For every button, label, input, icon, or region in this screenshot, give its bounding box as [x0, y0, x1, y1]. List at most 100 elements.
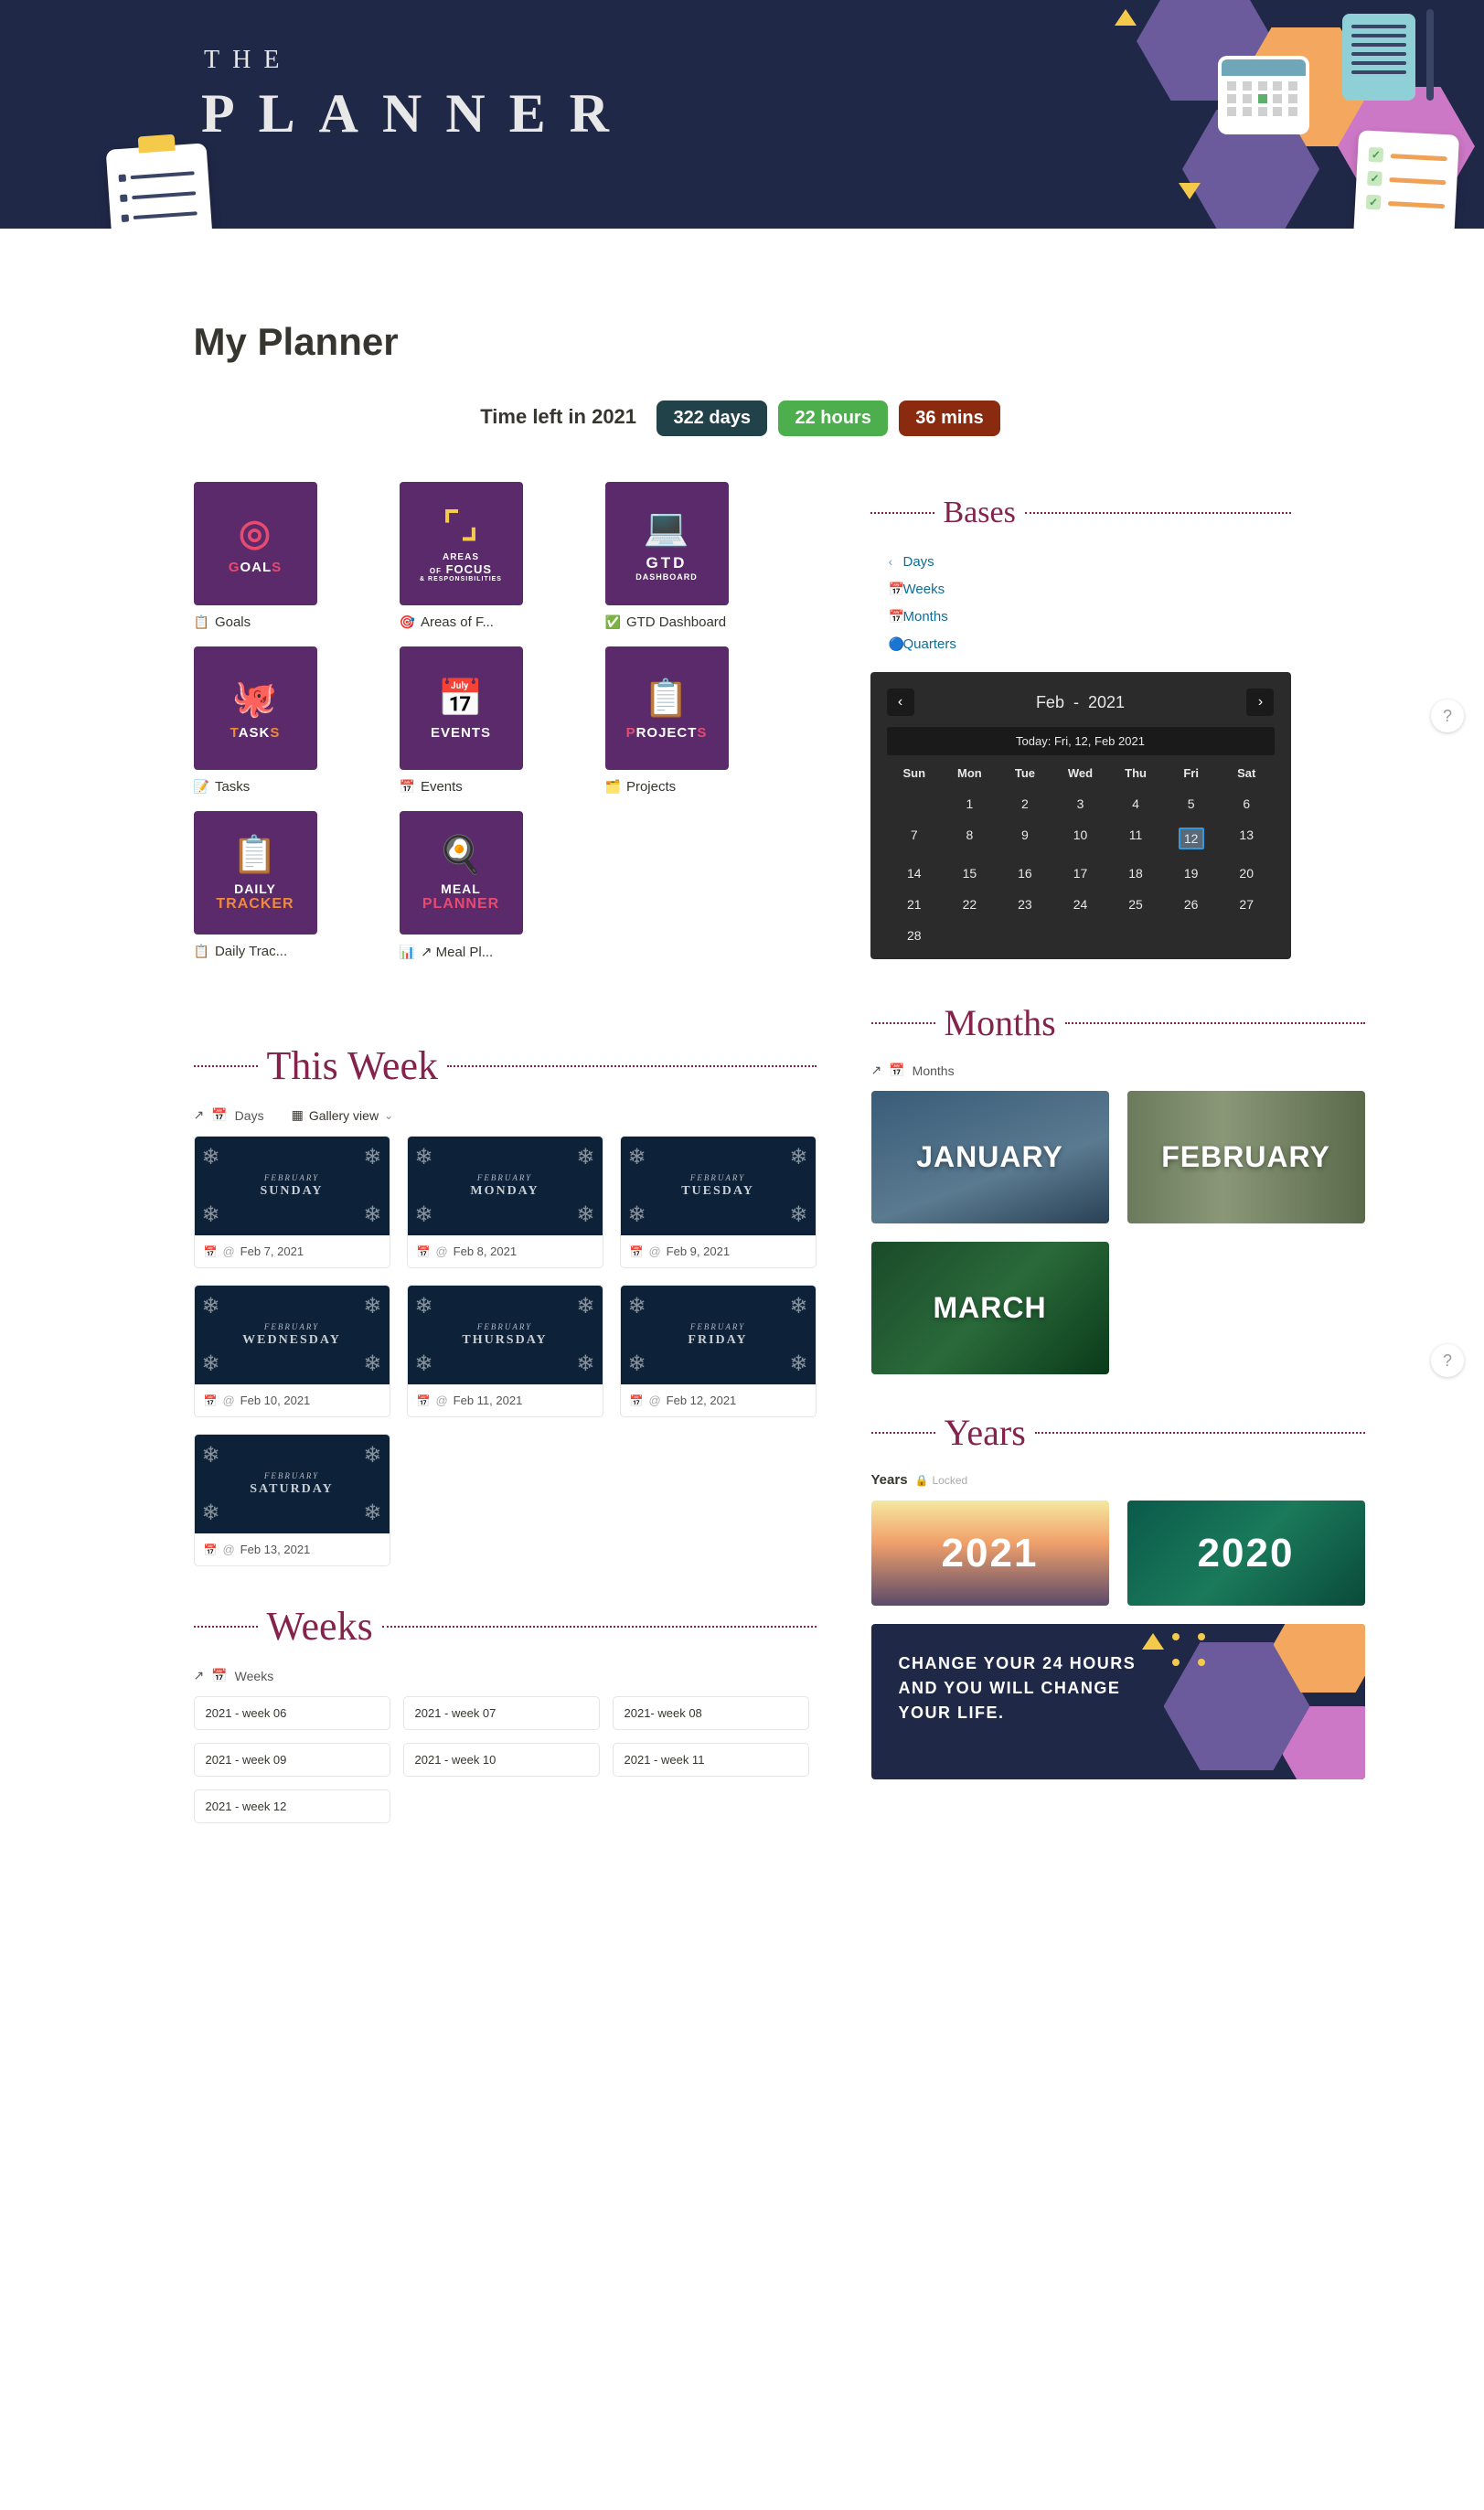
cal-day[interactable]: 14	[887, 866, 943, 881]
bases-link-months[interactable]: Months	[903, 603, 948, 631]
cal-day[interactable]: 26	[1163, 897, 1219, 912]
week-item[interactable]: 2021 - week 12	[194, 1789, 390, 1823]
open-link-icon[interactable]: ↗	[871, 1063, 882, 1078]
help-button[interactable]: ?	[1431, 1344, 1464, 1377]
week-item[interactable]: 2021- week 08	[613, 1696, 809, 1730]
cal-day[interactable]: 2	[998, 796, 1053, 811]
week-item[interactable]: 2021 - week 09	[194, 1743, 390, 1777]
cal-day[interactable]: 5	[1163, 796, 1219, 811]
cal-day[interactable]: 22	[942, 897, 998, 912]
tile-tracker[interactable]: 📋DAILYTRACKER📋Daily Trac...	[194, 811, 317, 960]
cal-day[interactable]: 27	[1219, 897, 1275, 912]
locked-label: 🔒 Locked	[915, 1474, 968, 1487]
cal-day[interactable]: 6	[1219, 796, 1275, 811]
help-button[interactable]: ?	[1431, 700, 1464, 732]
tile-meal[interactable]: 🍳MEALPLANNER📊↗ Meal Pl...	[400, 811, 523, 960]
day-card[interactable]: ❄❄❄❄FEBRUARYFRIDAY📅@Feb 12, 2021	[620, 1285, 817, 1417]
months-heading: Months	[871, 1001, 1365, 1044]
gallery-view-select[interactable]: ▦ Gallery view ⌄	[292, 1107, 394, 1123]
tile-focus[interactable]: ⌜⌟AREASOF FOCUS& RESPONSIBILITIES🎯Areas …	[400, 482, 523, 630]
year-card[interactable]: 2021	[871, 1501, 1109, 1606]
tile-image: 📋PROJECTS	[605, 646, 729, 770]
day-card[interactable]: ❄❄❄❄FEBRUARYSUNDAY📅@Feb 7, 2021	[194, 1136, 390, 1268]
days-breadcrumb[interactable]: ↗ 📅 Days ▦ Gallery view ⌄	[194, 1107, 817, 1123]
chevron-down-icon: ⌄	[384, 1109, 393, 1122]
cal-day	[998, 928, 1053, 943]
month-card[interactable]: FEBRUARY	[1127, 1091, 1365, 1223]
mini-calendar-icon	[1222, 59, 1306, 131]
cal-day[interactable]: 1	[942, 796, 998, 811]
tile-tasks[interactable]: 🐙TASKS📝Tasks	[194, 646, 317, 795]
cal-day[interactable]: 23	[998, 897, 1053, 912]
cal-day[interactable]: 3	[1052, 796, 1108, 811]
cal-day	[887, 796, 943, 811]
week-item[interactable]: 2021 - week 07	[403, 1696, 600, 1730]
bases-link-quarters[interactable]: Quarters	[903, 631, 956, 658]
cal-day[interactable]: 4	[1108, 796, 1164, 811]
cal-grid: SunMonTueWedThuFriSat1234567891011121314…	[887, 766, 1275, 943]
month-card[interactable]: JANUARY	[871, 1091, 1109, 1223]
tile-label: 📋Goals	[194, 614, 317, 630]
tile-label: 📊↗ Meal Pl...	[400, 944, 523, 960]
cal-day[interactable]: 18	[1108, 866, 1164, 881]
year-card[interactable]: 2020	[1127, 1501, 1365, 1606]
cal-title: Feb - 2021	[1036, 693, 1125, 712]
day-card-image: ❄❄❄❄FEBRUARYSATURDAY	[195, 1435, 390, 1533]
day-card[interactable]: ❄❄❄❄FEBRUARYWEDNESDAY📅@Feb 10, 2021	[194, 1285, 390, 1417]
week-item[interactable]: 2021 - week 10	[403, 1743, 600, 1777]
day-card[interactable]: ❄❄❄❄FEBRUARYTUESDAY📅@Feb 9, 2021	[620, 1136, 817, 1268]
weeks-heading: Weeks	[194, 1603, 817, 1650]
cal-day[interactable]: 21	[887, 897, 943, 912]
day-card[interactable]: ❄❄❄❄FEBRUARYMONDAY📅@Feb 8, 2021	[407, 1136, 603, 1268]
tile-events[interactable]: 📅EVENTS📅Events	[400, 646, 523, 795]
cal-dow: Fri	[1163, 766, 1219, 780]
open-link-icon[interactable]: ↗	[194, 1107, 205, 1123]
cal-day[interactable]: 9	[998, 828, 1053, 849]
calendar-icon: 📅	[204, 1394, 218, 1407]
week-item[interactable]: 2021 - week 06	[194, 1696, 390, 1730]
day-card[interactable]: ❄❄❄❄FEBRUARYSATURDAY📅@Feb 13, 2021	[194, 1434, 390, 1566]
cal-prev-button[interactable]: ‹	[887, 689, 914, 716]
cal-day[interactable]: 25	[1108, 897, 1164, 912]
cal-day[interactable]: 8	[942, 828, 998, 849]
cal-next-button[interactable]: ›	[1246, 689, 1274, 716]
months-breadcrumb[interactable]: ↗ 📅 Months	[871, 1063, 1365, 1078]
cal-day[interactable]: 15	[942, 866, 998, 881]
tile-image: 📋DAILYTRACKER	[194, 811, 317, 935]
bases-link-days[interactable]: Days	[903, 549, 934, 576]
tile-gtd[interactable]: 💻GTDDASHBOARD✅GTD Dashboard	[605, 482, 729, 630]
open-link-icon[interactable]: ↗	[194, 1668, 205, 1683]
cal-day	[1219, 928, 1275, 943]
cal-day[interactable]: 16	[998, 866, 1053, 881]
calendar-icon: 📅	[211, 1107, 227, 1123]
month-card[interactable]: MARCH	[871, 1242, 1109, 1374]
cal-day[interactable]: 24	[1052, 897, 1108, 912]
cal-day[interactable]: 10	[1052, 828, 1108, 849]
cal-today-label: Today: Fri, 12, Feb 2021	[887, 727, 1275, 755]
cal-day[interactable]: 12	[1179, 828, 1204, 849]
cal-dow: Mon	[942, 766, 998, 780]
cal-day[interactable]: 19	[1163, 866, 1219, 881]
checklist-icon: ✓ ✓ ✓	[1353, 130, 1459, 229]
cal-day[interactable]: 28	[887, 928, 943, 943]
cal-dow: Thu	[1108, 766, 1164, 780]
tile-label: 🎯Areas of F...	[400, 614, 523, 630]
day-card-image: ❄❄❄❄FEBRUARYTUESDAY	[621, 1137, 816, 1235]
cal-day[interactable]: 7	[887, 828, 943, 849]
tile-target[interactable]: ◎GOALS 📋Goals	[194, 482, 317, 630]
week-item[interactable]: 2021 - week 11	[613, 1743, 809, 1777]
cal-day[interactable]: 20	[1219, 866, 1275, 881]
cal-day[interactable]: 17	[1052, 866, 1108, 881]
hero-subtitle: THE	[204, 46, 292, 75]
tile-projects[interactable]: 📋PROJECTS🗂️Projects	[605, 646, 729, 795]
cal-day[interactable]: 11	[1108, 828, 1164, 849]
weeks-breadcrumb[interactable]: ↗ 📅 Weeks	[194, 1668, 817, 1683]
years-cards: 20212020	[871, 1501, 1365, 1606]
calendar-widget: ‹ Feb - 2021 › Today: Fri, 12, Feb 2021 …	[870, 672, 1291, 959]
cal-day[interactable]: 13	[1219, 828, 1275, 849]
bases-link-weeks[interactable]: Weeks	[903, 576, 945, 603]
tile-image: 💻GTDDASHBOARD	[605, 482, 729, 605]
day-card[interactable]: ❄❄❄❄FEBRUARYTHURSDAY📅@Feb 11, 2021	[407, 1285, 603, 1417]
calendar-icon: 📅	[211, 1668, 227, 1683]
tile-image: ◎GOALS	[194, 482, 317, 605]
